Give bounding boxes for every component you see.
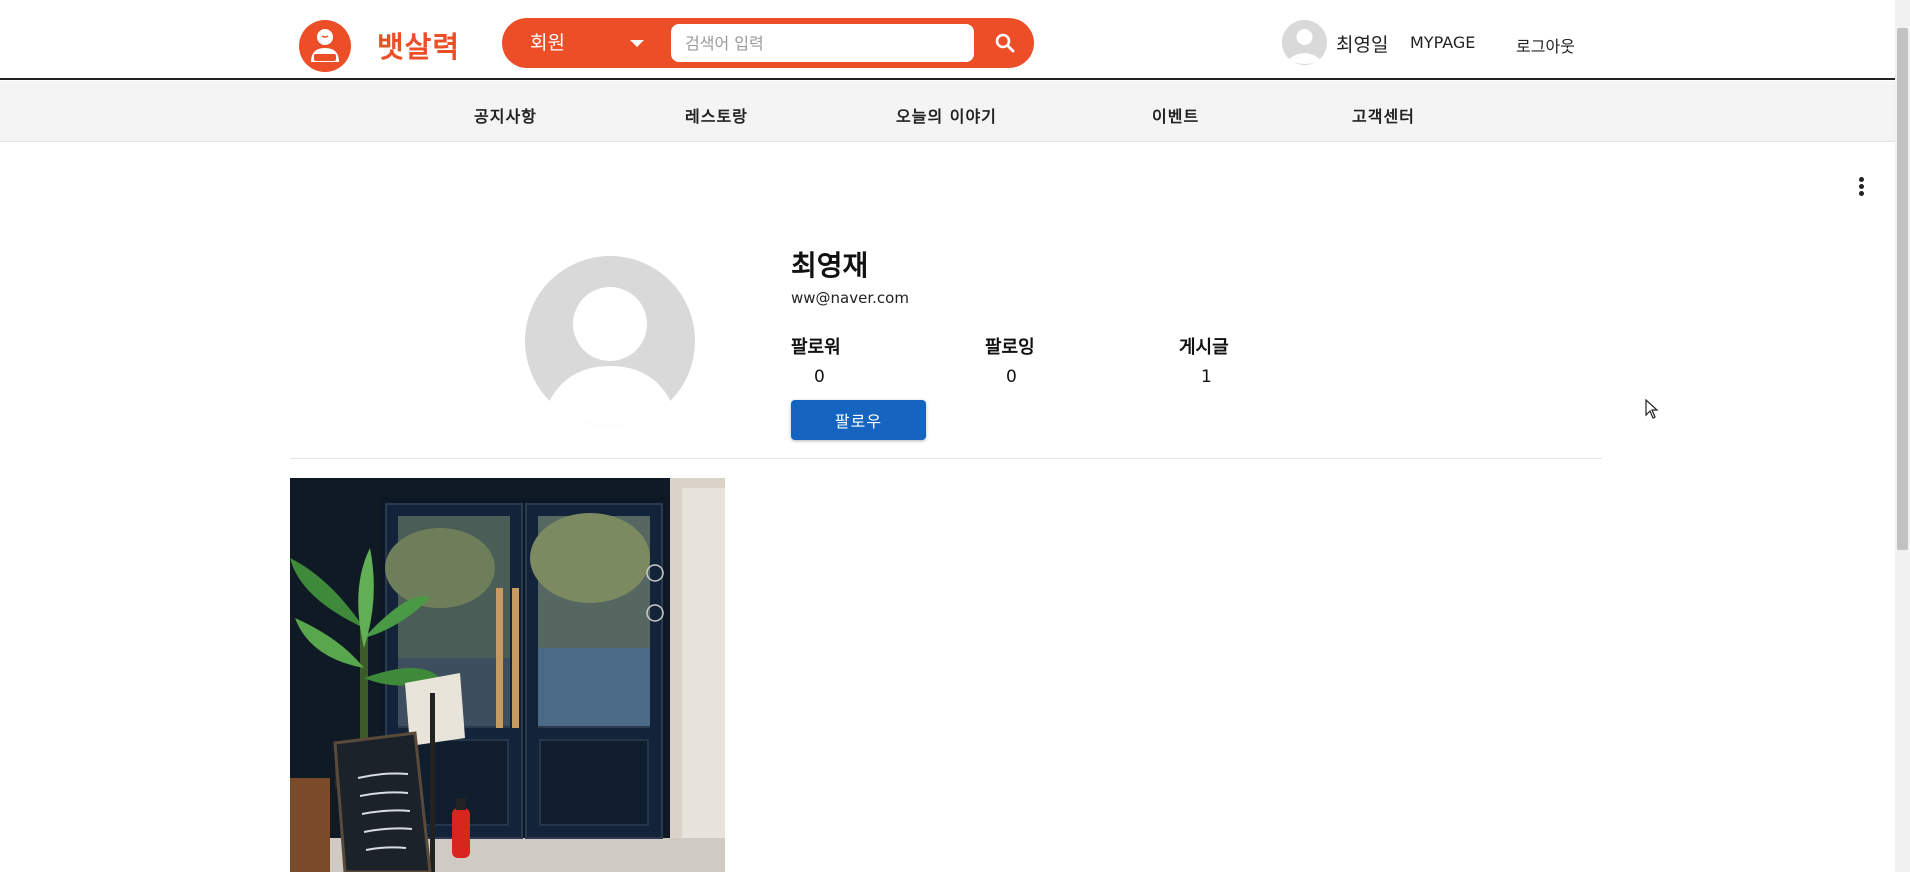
follow-button[interactable]: 팔로우 <box>791 400 926 440</box>
followers-stat[interactable]: 팔로워 0 <box>791 333 911 387</box>
logout-link[interactable]: 로그아웃 <box>1516 33 1575 57</box>
profile-divider <box>290 458 1602 459</box>
nav-item-notice[interactable]: 공지사항 <box>474 103 537 127</box>
brand-name[interactable]: 뱃살력 <box>377 24 460 66</box>
posts-count: 1 <box>1201 367 1212 387</box>
following-count: 0 <box>1006 367 1017 387</box>
main-nav: 공지사항 레스토랑 오늘의 이야기 이벤트 고객센터 <box>0 81 1895 142</box>
site-header: 뱃살력 회원 최영일 MYPAGE 로그아웃 <box>0 0 1895 80</box>
nav-item-event[interactable]: 이벤트 <box>1152 103 1199 127</box>
search-button[interactable] <box>980 18 1030 68</box>
following-label: 팔로잉 <box>985 337 1035 358</box>
profile-name: 최영재 <box>791 249 869 282</box>
restaurant-entrance-photo <box>290 478 725 872</box>
search-bar: 회원 <box>502 18 1034 68</box>
post-thumbnail[interactable] <box>290 478 725 872</box>
posts-stat[interactable]: 게시글 1 <box>1179 333 1299 387</box>
logo-icon[interactable] <box>299 20 351 72</box>
profile-avatar <box>525 256 695 426</box>
search-category-select[interactable]: 회원 <box>530 18 565 68</box>
scrollbar-thumb[interactable] <box>1897 28 1908 550</box>
followers-label: 팔로워 <box>791 337 841 358</box>
more-options-icon[interactable] <box>1856 177 1864 201</box>
nav-item-todays-story[interactable]: 오늘의 이야기 <box>896 103 997 127</box>
search-input[interactable] <box>671 24 974 62</box>
posts-label: 게시글 <box>1179 337 1229 358</box>
following-stat[interactable]: 팔로잉 0 <box>985 333 1105 387</box>
followers-count: 0 <box>814 367 825 387</box>
search-icon <box>995 33 1015 53</box>
chevron-down-icon[interactable] <box>630 40 644 47</box>
profile-email: ww@naver.com <box>791 289 909 307</box>
nav-item-restaurant[interactable]: 레스토랑 <box>685 103 748 127</box>
mypage-link[interactable]: MYPAGE <box>1410 33 1475 52</box>
user-avatar[interactable] <box>1282 20 1327 65</box>
user-name: 최영일 <box>1336 34 1389 56</box>
nav-item-customer-center[interactable]: 고객센터 <box>1352 103 1415 127</box>
mouse-cursor-icon <box>1645 399 1659 419</box>
